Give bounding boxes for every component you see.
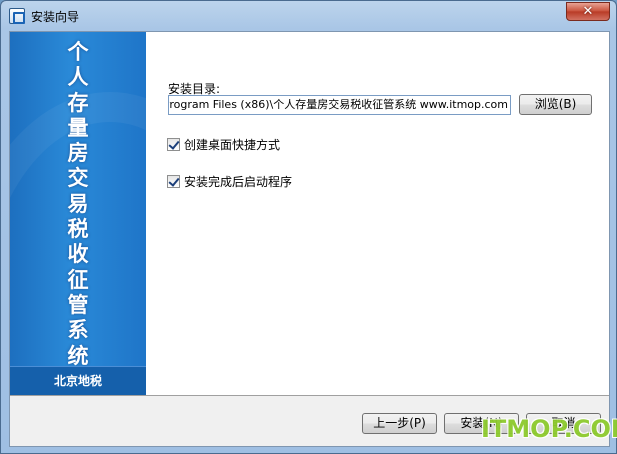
close-icon: ✕: [582, 4, 594, 19]
install-dir-value: C:\Program Files (x86)\个人存量房交易税收征管系统 www…: [168, 98, 508, 111]
back-button[interactable]: 上一步(P): [362, 413, 437, 434]
banner-footer: 北京地税: [10, 366, 146, 395]
launch-after-install-option[interactable]: 安装完成后启动程序: [167, 173, 292, 189]
site-watermark: ITMOP.COM: [481, 415, 617, 443]
app-icon: [9, 8, 25, 24]
desktop-shortcut-checkbox[interactable]: [167, 137, 180, 151]
browse-button[interactable]: 浏览(B): [519, 94, 592, 115]
side-banner: 个人存量房交易税收征管系统 北京地税: [10, 32, 146, 395]
wizard-content-panel: 个人存量房交易税收征管系统 北京地税 安装目录: C:\Program File…: [10, 32, 609, 395]
launch-after-install-checkbox[interactable]: [167, 174, 180, 188]
installer-window: 安装向导 ✕ 个人存量房交易税收征管系统 北京地税 安装目录: C:\Progr…: [0, 0, 617, 454]
install-dir-input[interactable]: C:\Program Files (x86)\个人存量房交易税收征管系统 www…: [168, 95, 511, 115]
wizard-client-area: 个人存量房交易税收征管系统 北京地税 安装目录: C:\Program File…: [9, 31, 610, 447]
window-title: 安装向导: [31, 10, 80, 24]
desktop-shortcut-label[interactable]: 创建桌面快捷方式: [184, 136, 280, 153]
banner-title: 个人存量房交易税收征管系统: [67, 40, 89, 368]
desktop-shortcut-option[interactable]: 创建桌面快捷方式: [167, 136, 280, 152]
title-bar[interactable]: 安装向导 ✕: [1, 1, 616, 29]
footer-divider: [10, 395, 609, 396]
launch-after-install-label[interactable]: 安装完成后启动程序: [184, 173, 292, 190]
close-button[interactable]: ✕: [566, 2, 610, 21]
